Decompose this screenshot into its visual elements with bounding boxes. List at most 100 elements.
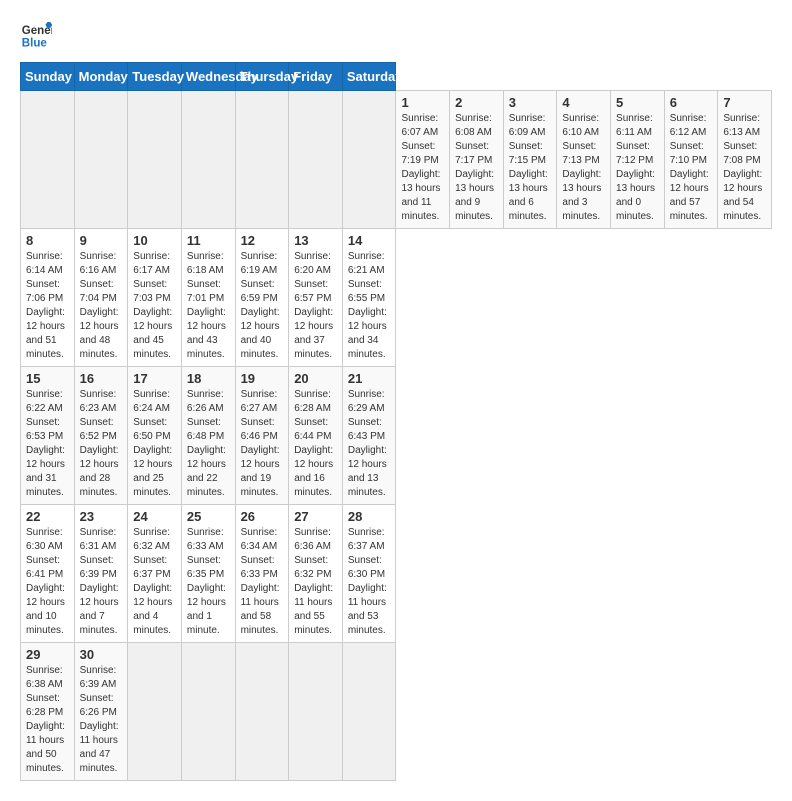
day-info: Sunrise: 6:08 AM Sunset: 7:17 PM Dayligh…	[455, 112, 498, 224]
sunrise-label: Sunrise: 6:36 AM	[294, 527, 331, 552]
sunrise-label: Sunrise: 6:32 AM	[133, 527, 170, 552]
calendar-cell: 7 Sunrise: 6:13 AM Sunset: 7:08 PM Dayli…	[718, 91, 772, 229]
sunset-label: Sunset: 7:19 PM	[401, 141, 438, 166]
day-number: 11	[187, 233, 230, 248]
calendar-header-tuesday: Tuesday	[128, 63, 182, 91]
sunset-label: Sunset: 6:37 PM	[133, 555, 170, 580]
day-info: Sunrise: 6:27 AM Sunset: 6:46 PM Dayligh…	[241, 388, 284, 500]
calendar-cell: 10 Sunrise: 6:17 AM Sunset: 7:03 PM Dayl…	[128, 229, 182, 367]
sunrise-label: Sunrise: 6:21 AM	[348, 251, 385, 276]
sunset-label: Sunset: 7:13 PM	[562, 141, 599, 166]
day-number: 29	[26, 647, 69, 662]
day-info: Sunrise: 6:07 AM Sunset: 7:19 PM Dayligh…	[401, 112, 444, 224]
sunset-label: Sunset: 7:03 PM	[133, 279, 170, 304]
calendar-cell: 21 Sunrise: 6:29 AM Sunset: 6:43 PM Dayl…	[342, 367, 396, 505]
calendar-week-5: 29 Sunrise: 6:38 AM Sunset: 6:28 PM Dayl…	[21, 643, 772, 781]
day-number: 15	[26, 371, 69, 386]
daylight-label: Daylight: 13 hours and 11 minutes.	[401, 169, 440, 222]
day-info: Sunrise: 6:32 AM Sunset: 6:37 PM Dayligh…	[133, 526, 176, 638]
calendar-cell	[128, 643, 182, 781]
calendar-cell: 13 Sunrise: 6:20 AM Sunset: 6:57 PM Dayl…	[289, 229, 343, 367]
sunrise-label: Sunrise: 6:27 AM	[241, 389, 278, 414]
sunrise-label: Sunrise: 6:37 AM	[348, 527, 385, 552]
calendar-cell: 15 Sunrise: 6:22 AM Sunset: 6:53 PM Dayl…	[21, 367, 75, 505]
sunset-label: Sunset: 6:57 PM	[294, 279, 331, 304]
daylight-label: Daylight: 12 hours and 51 minutes.	[26, 307, 65, 360]
daylight-label: Daylight: 12 hours and 28 minutes.	[80, 445, 119, 498]
sunrise-label: Sunrise: 6:34 AM	[241, 527, 278, 552]
calendar-cell: 25 Sunrise: 6:33 AM Sunset: 6:35 PM Dayl…	[181, 505, 235, 643]
calendar-cell: 19 Sunrise: 6:27 AM Sunset: 6:46 PM Dayl…	[235, 367, 289, 505]
sunrise-label: Sunrise: 6:10 AM	[562, 113, 599, 138]
sunrise-label: Sunrise: 6:16 AM	[80, 251, 117, 276]
calendar-cell	[289, 91, 343, 229]
calendar-cell: 5 Sunrise: 6:11 AM Sunset: 7:12 PM Dayli…	[611, 91, 665, 229]
day-info: Sunrise: 6:20 AM Sunset: 6:57 PM Dayligh…	[294, 250, 337, 362]
day-info: Sunrise: 6:12 AM Sunset: 7:10 PM Dayligh…	[670, 112, 713, 224]
sunrise-label: Sunrise: 6:12 AM	[670, 113, 707, 138]
day-number: 19	[241, 371, 284, 386]
daylight-label: Daylight: 12 hours and 45 minutes.	[133, 307, 172, 360]
calendar-header-row: SundayMondayTuesdayWednesdayThursdayFrid…	[21, 63, 772, 91]
calendar-cell: 18 Sunrise: 6:26 AM Sunset: 6:48 PM Dayl…	[181, 367, 235, 505]
day-info: Sunrise: 6:17 AM Sunset: 7:03 PM Dayligh…	[133, 250, 176, 362]
calendar-cell: 26 Sunrise: 6:34 AM Sunset: 6:33 PM Dayl…	[235, 505, 289, 643]
sunset-label: Sunset: 6:33 PM	[241, 555, 278, 580]
day-info: Sunrise: 6:34 AM Sunset: 6:33 PM Dayligh…	[241, 526, 284, 638]
sunrise-label: Sunrise: 6:17 AM	[133, 251, 170, 276]
day-number: 26	[241, 509, 284, 524]
sunset-label: Sunset: 7:10 PM	[670, 141, 707, 166]
calendar-cell: 29 Sunrise: 6:38 AM Sunset: 6:28 PM Dayl…	[21, 643, 75, 781]
daylight-label: Daylight: 12 hours and 16 minutes.	[294, 445, 333, 498]
daylight-label: Daylight: 12 hours and 34 minutes.	[348, 307, 387, 360]
day-number: 10	[133, 233, 176, 248]
daylight-label: Daylight: 13 hours and 3 minutes.	[562, 169, 601, 222]
sunset-label: Sunset: 6:41 PM	[26, 555, 63, 580]
daylight-label: Daylight: 13 hours and 9 minutes.	[455, 169, 494, 222]
calendar-cell: 12 Sunrise: 6:19 AM Sunset: 6:59 PM Dayl…	[235, 229, 289, 367]
day-info: Sunrise: 6:16 AM Sunset: 7:04 PM Dayligh…	[80, 250, 123, 362]
calendar-cell: 4 Sunrise: 6:10 AM Sunset: 7:13 PM Dayli…	[557, 91, 611, 229]
sunrise-label: Sunrise: 6:07 AM	[401, 113, 438, 138]
day-number: 23	[80, 509, 123, 524]
sunrise-label: Sunrise: 6:33 AM	[187, 527, 224, 552]
sunrise-label: Sunrise: 6:19 AM	[241, 251, 278, 276]
calendar-cell: 1 Sunrise: 6:07 AM Sunset: 7:19 PM Dayli…	[396, 91, 450, 229]
daylight-label: Daylight: 13 hours and 0 minutes.	[616, 169, 655, 222]
daylight-label: Daylight: 12 hours and 57 minutes.	[670, 169, 709, 222]
day-info: Sunrise: 6:39 AM Sunset: 6:26 PM Dayligh…	[80, 664, 123, 776]
day-info: Sunrise: 6:28 AM Sunset: 6:44 PM Dayligh…	[294, 388, 337, 500]
sunset-label: Sunset: 6:28 PM	[26, 693, 63, 718]
daylight-label: Daylight: 11 hours and 50 minutes.	[26, 721, 65, 774]
calendar-header-wednesday: Wednesday	[181, 63, 235, 91]
calendar-cell: 28 Sunrise: 6:37 AM Sunset: 6:30 PM Dayl…	[342, 505, 396, 643]
sunrise-label: Sunrise: 6:39 AM	[80, 665, 117, 690]
day-number: 25	[187, 509, 230, 524]
day-info: Sunrise: 6:14 AM Sunset: 7:06 PM Dayligh…	[26, 250, 69, 362]
calendar-cell	[342, 643, 396, 781]
day-info: Sunrise: 6:38 AM Sunset: 6:28 PM Dayligh…	[26, 664, 69, 776]
calendar-cell: 11 Sunrise: 6:18 AM Sunset: 7:01 PM Dayl…	[181, 229, 235, 367]
calendar-cell	[21, 91, 75, 229]
calendar-week-2: 8 Sunrise: 6:14 AM Sunset: 7:06 PM Dayli…	[21, 229, 772, 367]
day-info: Sunrise: 6:18 AM Sunset: 7:01 PM Dayligh…	[187, 250, 230, 362]
sunrise-label: Sunrise: 6:26 AM	[187, 389, 224, 414]
daylight-label: Daylight: 12 hours and 10 minutes.	[26, 583, 65, 636]
sunrise-label: Sunrise: 6:18 AM	[187, 251, 224, 276]
day-info: Sunrise: 6:22 AM Sunset: 6:53 PM Dayligh…	[26, 388, 69, 500]
sunrise-label: Sunrise: 6:20 AM	[294, 251, 331, 276]
sunset-label: Sunset: 6:55 PM	[348, 279, 385, 304]
calendar-cell	[181, 91, 235, 229]
page-header: General Blue	[20, 20, 772, 52]
sunset-label: Sunset: 6:35 PM	[187, 555, 224, 580]
calendar-cell: 20 Sunrise: 6:28 AM Sunset: 6:44 PM Dayl…	[289, 367, 343, 505]
calendar-cell	[74, 91, 128, 229]
calendar-header-friday: Friday	[289, 63, 343, 91]
day-number: 30	[80, 647, 123, 662]
daylight-label: Daylight: 12 hours and 54 minutes.	[723, 169, 762, 222]
day-info: Sunrise: 6:33 AM Sunset: 6:35 PM Dayligh…	[187, 526, 230, 638]
sunrise-label: Sunrise: 6:14 AM	[26, 251, 63, 276]
calendar-cell: 6 Sunrise: 6:12 AM Sunset: 7:10 PM Dayli…	[664, 91, 718, 229]
calendar-cell: 23 Sunrise: 6:31 AM Sunset: 6:39 PM Dayl…	[74, 505, 128, 643]
daylight-label: Daylight: 12 hours and 31 minutes.	[26, 445, 65, 498]
